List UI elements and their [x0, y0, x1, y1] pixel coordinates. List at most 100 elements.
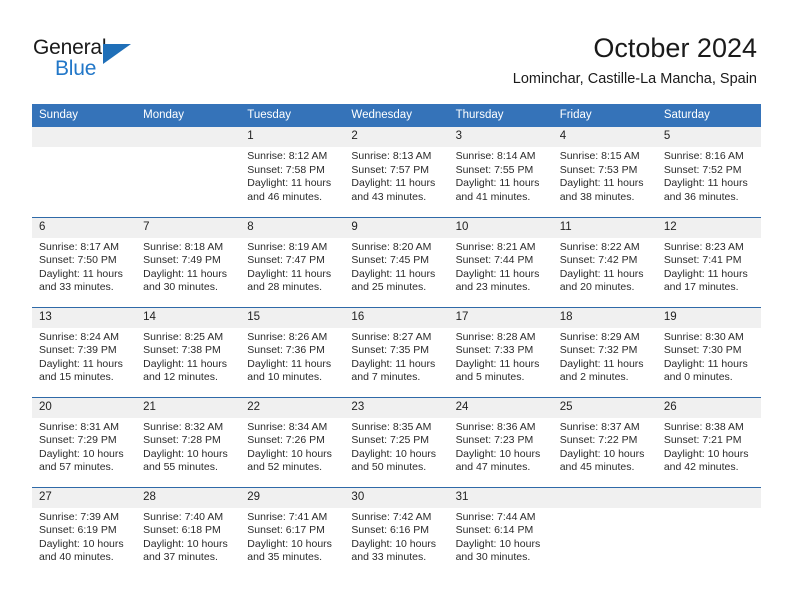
- day-cell[interactable]: 27 Sunrise: 7:39 AM Sunset: 6:19 PM Dayl…: [32, 486, 137, 577]
- daylight-text-line2: and 37 minutes.: [143, 551, 218, 564]
- daylight-text-line1: Daylight: 11 hours: [247, 267, 332, 280]
- sunset-text: Sunset: 7:25 PM: [351, 434, 430, 447]
- sunrise-text: Sunrise: 8:34 AM: [247, 420, 328, 433]
- day-details: [32, 147, 136, 150]
- daylight-text-line2: and 45 minutes.: [559, 461, 635, 474]
- day-cell[interactable]: 14 Sunrise: 8:25 AM Sunset: 7:38 PM Dayl…: [136, 306, 241, 397]
- day-details: Sunrise: 8:16 AM Sunset: 7:52 PM Dayligh…: [657, 147, 761, 204]
- day-details: [657, 508, 761, 511]
- day-details: Sunrise: 8:29 AM Sunset: 7:32 PM Dayligh…: [553, 328, 657, 385]
- daylight-text-line1: Daylight: 11 hours: [455, 267, 540, 280]
- day-cell[interactable]: 4 Sunrise: 8:15 AM Sunset: 7:53 PM Dayli…: [552, 127, 657, 217]
- day-cell[interactable]: 18 Sunrise: 8:29 AM Sunset: 7:32 PM Dayl…: [552, 306, 657, 397]
- sunset-text: Sunset: 7:53 PM: [559, 163, 638, 176]
- day-cell[interactable]: 2 Sunrise: 8:13 AM Sunset: 7:57 PM Dayli…: [344, 127, 449, 217]
- day-details: Sunrise: 7:44 AM Sunset: 6:14 PM Dayligh…: [449, 508, 553, 565]
- day-details: Sunrise: 8:18 AM Sunset: 7:49 PM Dayligh…: [136, 238, 240, 295]
- day-cell[interactable]: [136, 127, 241, 217]
- day-cell[interactable]: 19 Sunrise: 8:30 AM Sunset: 7:30 PM Dayl…: [656, 306, 761, 397]
- daylight-text-line2: and 28 minutes.: [247, 281, 322, 294]
- sunrise-text: Sunrise: 8:29 AM: [559, 330, 640, 343]
- sunset-text: Sunset: 7:22 PM: [559, 434, 638, 447]
- day-cell[interactable]: 29 Sunrise: 7:41 AM Sunset: 6:17 PM Dayl…: [240, 486, 345, 577]
- sunset-text: Sunset: 7:26 PM: [247, 434, 325, 447]
- daylight-text-line1: Daylight: 10 hours: [143, 537, 228, 550]
- day-number: [32, 127, 137, 147]
- weekday-header-row: Sunday Monday Tuesday Wednesday Thursday…: [32, 104, 761, 127]
- day-details: Sunrise: 8:23 AM Sunset: 7:41 PM Dayligh…: [657, 238, 761, 295]
- day-cell[interactable]: 6 Sunrise: 8:17 AM Sunset: 7:50 PM Dayli…: [32, 216, 137, 307]
- day-cell[interactable]: 5 Sunrise: 8:16 AM Sunset: 7:52 PM Dayli…: [656, 127, 761, 217]
- daylight-text-line1: Daylight: 11 hours: [663, 177, 748, 190]
- day-number: [136, 127, 241, 147]
- day-cell[interactable]: 7 Sunrise: 8:18 AM Sunset: 7:49 PM Dayli…: [136, 216, 241, 307]
- day-cell[interactable]: 3 Sunrise: 8:14 AM Sunset: 7:55 PM Dayli…: [448, 127, 553, 217]
- day-cell[interactable]: 11 Sunrise: 8:22 AM Sunset: 7:42 PM Dayl…: [552, 216, 657, 307]
- weekday-header-friday: Friday: [552, 104, 657, 127]
- daylight-text-line1: Daylight: 10 hours: [455, 537, 541, 550]
- day-number: 31: [448, 487, 553, 508]
- day-cell[interactable]: 25 Sunrise: 8:37 AM Sunset: 7:22 PM Dayl…: [552, 396, 657, 487]
- day-cell[interactable]: 30 Sunrise: 7:42 AM Sunset: 6:16 PM Dayl…: [344, 486, 449, 577]
- day-cell[interactable]: 20 Sunrise: 8:31 AM Sunset: 7:29 PM Dayl…: [32, 396, 137, 487]
- sunrise-text: Sunrise: 8:22 AM: [559, 240, 640, 253]
- brand-name-blue: Blue: [55, 57, 97, 80]
- sunset-text: Sunset: 7:58 PM: [247, 163, 325, 176]
- daylight-text-line1: Daylight: 10 hours: [559, 447, 645, 460]
- weekday-header-monday: Monday: [136, 104, 241, 127]
- day-cell[interactable]: 1 Sunrise: 8:12 AM Sunset: 7:58 PM Dayli…: [240, 127, 345, 217]
- day-cell[interactable]: 8 Sunrise: 8:19 AM Sunset: 7:47 PM Dayli…: [240, 216, 345, 307]
- sunrise-text: Sunrise: 8:35 AM: [351, 420, 432, 433]
- day-cell[interactable]: 24 Sunrise: 8:36 AM Sunset: 7:23 PM Dayl…: [448, 396, 553, 487]
- day-cell[interactable]: 15 Sunrise: 8:26 AM Sunset: 7:36 PM Dayl…: [240, 306, 345, 397]
- daylight-text-line2: and 33 minutes.: [351, 551, 427, 564]
- day-number: 22: [240, 397, 345, 418]
- daylight-text-line1: Daylight: 11 hours: [663, 267, 748, 280]
- day-cell[interactable]: 9 Sunrise: 8:20 AM Sunset: 7:45 PM Dayli…: [344, 216, 449, 307]
- day-cell[interactable]: 21 Sunrise: 8:32 AM Sunset: 7:28 PM Dayl…: [136, 396, 241, 487]
- day-cell[interactable]: 10 Sunrise: 8:21 AM Sunset: 7:44 PM Dayl…: [448, 216, 553, 307]
- weekday-header-saturday: Saturday: [656, 104, 761, 127]
- day-number: 19: [656, 307, 761, 328]
- day-details: Sunrise: 8:14 AM Sunset: 7:55 PM Dayligh…: [449, 147, 553, 204]
- brand-logo[interactable]: General Blue: [33, 36, 153, 86]
- day-cell[interactable]: [656, 486, 761, 577]
- day-cell[interactable]: 28 Sunrise: 7:40 AM Sunset: 6:18 PM Dayl…: [136, 486, 241, 577]
- sunset-text: Sunset: 6:19 PM: [39, 524, 117, 537]
- day-number: 14: [136, 307, 241, 328]
- daylight-text-line2: and 12 minutes.: [143, 371, 218, 384]
- day-cell[interactable]: 23 Sunrise: 8:35 AM Sunset: 7:25 PM Dayl…: [344, 396, 449, 487]
- sunrise-text: Sunrise: 8:38 AM: [663, 420, 744, 433]
- daylight-text-line1: Daylight: 10 hours: [143, 447, 228, 460]
- calendar-table: Sunday Monday Tuesday Wednesday Thursday…: [32, 104, 761, 577]
- page-header: General Blue October 2024 Lominchar, Cas…: [0, 0, 792, 100]
- day-cell[interactable]: 22 Sunrise: 8:34 AM Sunset: 7:26 PM Dayl…: [240, 396, 345, 487]
- triangle-logo-icon: [103, 44, 131, 64]
- day-cell[interactable]: 17 Sunrise: 8:28 AM Sunset: 7:33 PM Dayl…: [448, 306, 553, 397]
- daylight-text-line1: Daylight: 10 hours: [351, 447, 437, 460]
- day-cell[interactable]: [552, 486, 657, 577]
- daylight-text-line2: and 47 minutes.: [455, 461, 531, 474]
- daylight-text-line1: Daylight: 11 hours: [351, 357, 436, 370]
- daylight-text-line1: Daylight: 11 hours: [559, 267, 644, 280]
- day-number: 15: [240, 307, 345, 328]
- day-number: 4: [552, 127, 657, 147]
- day-number: 23: [344, 397, 449, 418]
- day-cell[interactable]: [32, 127, 137, 217]
- daylight-text-line2: and 0 minutes.: [663, 371, 733, 384]
- daylight-text-line2: and 25 minutes.: [351, 281, 427, 294]
- daylight-text-line2: and 33 minutes.: [39, 281, 114, 294]
- sunrise-text: Sunrise: 7:39 AM: [39, 510, 119, 523]
- day-cell[interactable]: 31 Sunrise: 7:44 AM Sunset: 6:14 PM Dayl…: [448, 486, 553, 577]
- calendar-page: General Blue October 2024 Lominchar, Cas…: [0, 0, 792, 612]
- day-cell[interactable]: 26 Sunrise: 8:38 AM Sunset: 7:21 PM Dayl…: [656, 396, 761, 487]
- day-number: 24: [448, 397, 553, 418]
- location-subtitle: Lominchar, Castille-La Mancha, Spain: [512, 71, 757, 87]
- day-cell[interactable]: 12 Sunrise: 8:23 AM Sunset: 7:41 PM Dayl…: [656, 216, 761, 307]
- weekday-header-wednesday: Wednesday: [344, 104, 449, 127]
- day-number: 11: [552, 217, 657, 238]
- day-cell[interactable]: 13 Sunrise: 8:24 AM Sunset: 7:39 PM Dayl…: [32, 306, 137, 397]
- day-cell[interactable]: 16 Sunrise: 8:27 AM Sunset: 7:35 PM Dayl…: [344, 306, 449, 397]
- daylight-text-line1: Daylight: 10 hours: [351, 537, 437, 550]
- day-details: Sunrise: 8:31 AM Sunset: 7:29 PM Dayligh…: [32, 418, 136, 475]
